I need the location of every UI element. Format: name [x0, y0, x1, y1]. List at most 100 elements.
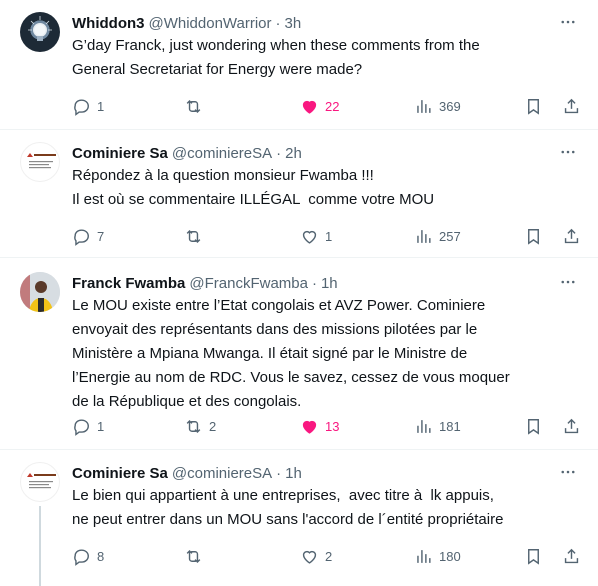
more-options-icon[interactable] — [558, 12, 578, 32]
separator-dot: · — [276, 464, 282, 482]
heart-icon — [302, 230, 317, 244]
user-handle[interactable]: @WhiddonWarrior — [148, 15, 271, 32]
reply-icon — [74, 548, 89, 566]
action-bar: 1 22 369 — [72, 96, 582, 116]
display-name[interactable]: Cominiere Sa — [72, 465, 168, 482]
timestamp[interactable]: 1h — [321, 275, 338, 292]
display-name[interactable]: Whiddon3 — [72, 15, 144, 32]
tweet-text: Répondez à la question monsieur Fwamba !… — [72, 167, 435, 208]
avatar[interactable] — [20, 12, 60, 52]
action-bar: 7 1 257 — [72, 226, 582, 246]
timestamp[interactable]: 2h — [285, 145, 302, 162]
bookmark-button[interactable] — [524, 97, 543, 116]
bookmark-icon — [528, 418, 539, 435]
share-button[interactable] — [562, 227, 581, 246]
heart-icon — [302, 550, 317, 564]
bookmark-button[interactable] — [524, 227, 543, 246]
avatar[interactable] — [20, 462, 60, 502]
bookmark-icon — [528, 228, 539, 245]
share-button[interactable] — [562, 547, 581, 566]
reply-button[interactable]: 8 — [72, 547, 104, 566]
views-icon — [417, 419, 431, 433]
user-handle[interactable]: @cominiereSA — [172, 465, 272, 482]
display-name[interactable]: Cominiere Sa — [72, 145, 168, 162]
reply-icon — [74, 98, 89, 116]
tweet-franck[interactable]: Franck Fwamba @FranckFwamba · 1h Le MOU … — [0, 258, 598, 450]
reply-count: 7 — [97, 228, 105, 244]
retweet-icon — [186, 99, 201, 113]
view-count: 180 — [439, 548, 461, 564]
share-icon — [564, 548, 579, 563]
tweet-header: Cominiere Sa @cominiereSA · 1h — [72, 462, 582, 484]
share-icon — [564, 228, 579, 243]
reply-button[interactable]: 7 — [72, 227, 104, 246]
retweet-button[interactable]: 2 — [184, 417, 216, 436]
separator-dot: · — [275, 14, 281, 32]
bookmark-button[interactable] — [524, 547, 543, 566]
like-count: 13 — [325, 418, 340, 434]
bookmark-icon — [528, 98, 539, 115]
views-button[interactable]: 181 — [414, 417, 461, 436]
share-icon — [564, 418, 579, 433]
reply-thread: Whiddon3 @WhiddonWarrior · 3h G’day Fran… — [0, 0, 598, 586]
reply-button[interactable]: 1 — [72, 97, 104, 116]
user-handle[interactable]: @cominiereSA — [172, 145, 272, 162]
bookmark-icon — [528, 548, 539, 565]
tweet-text: Le bien qui appartient à une entreprises… — [72, 487, 504, 528]
reply-count: 1 — [97, 418, 105, 434]
timestamp[interactable]: 1h — [285, 465, 302, 482]
avatar[interactable] — [20, 272, 60, 312]
heart-icon — [302, 420, 317, 434]
retweet-count: 2 — [209, 418, 217, 434]
like-button[interactable]: 22 — [300, 97, 339, 116]
more-options-icon[interactable] — [558, 142, 578, 162]
separator-dot: · — [276, 144, 282, 162]
view-count: 369 — [439, 98, 461, 114]
retweet-icon — [186, 229, 201, 243]
views-icon — [417, 549, 431, 563]
user-handle[interactable]: @FranckFwamba — [189, 275, 308, 292]
share-button[interactable] — [562, 417, 581, 436]
tweet-text: Le MOU existe entre l’Etat congolais et … — [72, 297, 510, 410]
tweet-cominiere-2[interactable]: Cominiere Sa @cominiereSA · 1h Le bien q… — [0, 450, 598, 586]
cominiere-logo-avatar — [27, 153, 56, 169]
timestamp[interactable]: 3h — [285, 15, 302, 32]
more-options-icon[interactable] — [558, 462, 578, 482]
tweet-whiddon[interactable]: Whiddon3 @WhiddonWarrior · 3h G’day Fran… — [0, 0, 598, 130]
retweet-button[interactable] — [184, 227, 209, 246]
views-button[interactable]: 180 — [414, 547, 461, 566]
more-options-icon[interactable] — [558, 272, 578, 292]
tweet-header: Whiddon3 @WhiddonWarrior · 3h — [72, 12, 582, 34]
tweet-header: Cominiere Sa @cominiereSA · 2h — [72, 142, 582, 164]
retweet-icon — [186, 549, 201, 563]
lightbulb-avatar-image — [28, 16, 52, 41]
view-count: 257 — [439, 228, 461, 244]
retweet-button[interactable] — [184, 547, 209, 566]
reply-button[interactable]: 1 — [72, 417, 104, 436]
reply-count: 1 — [97, 98, 105, 114]
reply-count: 8 — [97, 548, 105, 564]
share-icon — [564, 98, 579, 113]
like-count: 22 — [325, 98, 340, 114]
separator-dot: · — [311, 274, 317, 292]
tweet-text: G’day Franck, just wondering when these … — [72, 37, 480, 78]
views-icon — [417, 99, 431, 113]
like-count: 2 — [325, 548, 333, 564]
like-button[interactable]: 2 — [300, 547, 332, 566]
tweet-header: Franck Fwamba @FranckFwamba · 1h — [72, 272, 582, 294]
like-button[interactable]: 1 — [300, 227, 332, 246]
retweet-button[interactable] — [184, 97, 209, 116]
like-count: 1 — [325, 228, 333, 244]
bookmark-button[interactable] — [524, 417, 543, 436]
display-name[interactable]: Franck Fwamba — [72, 275, 185, 292]
avatar[interactable] — [20, 142, 60, 182]
reply-icon — [74, 418, 89, 436]
like-button[interactable]: 13 — [300, 417, 339, 436]
action-bar: 1 2 13 181 — [72, 416, 582, 436]
views-button[interactable]: 369 — [414, 97, 461, 116]
cominiere-logo-avatar — [27, 473, 56, 489]
tweet-cominiere-1[interactable]: Cominiere Sa @cominiereSA · 2h Répondez … — [0, 130, 598, 258]
views-button[interactable]: 257 — [414, 227, 461, 246]
share-button[interactable] — [562, 97, 581, 116]
views-icon — [417, 229, 431, 243]
